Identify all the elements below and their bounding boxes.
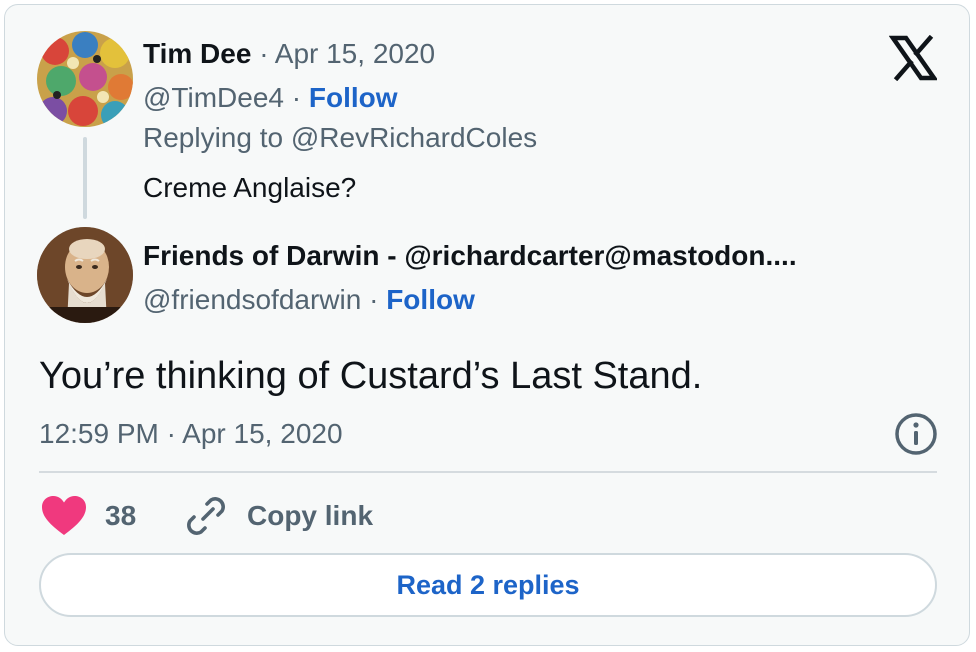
thread-connector-line [83,137,87,219]
replying-to[interactable]: Replying to @RevRichardColes [143,121,537,155]
tweet-date[interactable]: · Apr 15, 2020 [259,38,435,69]
separator-dot: · [361,284,387,315]
author-handle[interactable]: @friendsofdarwin [143,284,361,315]
author-name[interactable]: Friends of Darwin - @richardcarter@masto… [143,240,797,271]
separator-dot: · [283,82,309,113]
heart-icon[interactable] [41,495,87,537]
avatar-friends-of-darwin[interactable] [37,227,133,323]
main-tweet-text: You’re thinking of Custard’s Last Stand. [39,355,703,397]
link-icon[interactable] [183,493,229,539]
like-count[interactable]: 38 [105,499,136,533]
info-icon[interactable] [893,411,939,457]
main-handle-row: @friendsofdarwin · Follow [143,283,475,317]
divider [39,471,937,473]
parent-tweet-header: Tim Dee · Apr 15, 2020 [143,37,435,71]
parent-tweet-text: Creme Anglaise? [143,172,357,203]
main-tweet-header: Friends of Darwin - @richardcarter@masto… [143,239,797,273]
parent-handle-row: @TimDee4 · Follow [143,81,398,115]
tweet-timestamp[interactable]: 12:59 PM · Apr 15, 2020 [39,417,343,451]
copy-link-button[interactable]: Copy link [247,499,373,533]
author-handle[interactable]: @TimDee4 [143,82,284,113]
follow-button[interactable]: Follow [309,82,398,113]
x-logo-icon[interactable] [888,34,939,82]
avatar-tim-dee[interactable] [37,31,133,127]
follow-button[interactable]: Follow [386,284,475,315]
author-name[interactable]: Tim Dee [143,38,251,69]
read-replies-button[interactable]: Read 2 replies [39,553,937,617]
tweet-embed-card: Tim Dee · Apr 15, 2020 @TimDee4 · Follow… [4,4,970,646]
